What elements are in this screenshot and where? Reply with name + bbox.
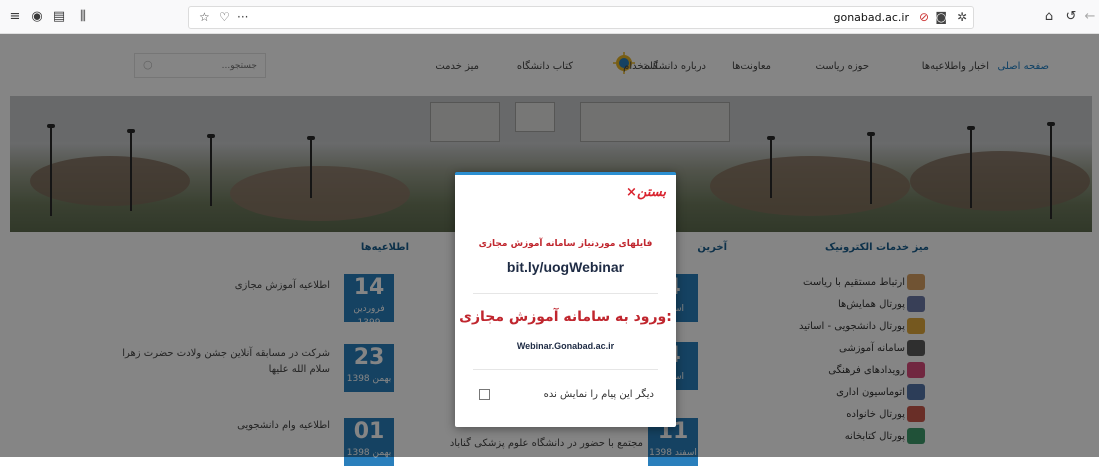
modal-login-url[interactable]: Webinar.Gonabad.ac.ir xyxy=(455,341,676,351)
sidebar-icon[interactable]: ▤ xyxy=(50,8,68,26)
more-icon[interactable]: ··· xyxy=(237,10,248,24)
announcement-modal: ×بستن فایلهای موردنیاز سامانه آموزش مجاز… xyxy=(455,172,676,427)
no-tracking-icon[interactable]: ⊘ xyxy=(919,10,929,24)
modal-files-text: فایلهای موردنیاز سامانه آموزش مجازی xyxy=(478,239,653,249)
modal-divider xyxy=(473,293,658,294)
modal-divider-2 xyxy=(473,369,658,370)
back-icon[interactable]: ← xyxy=(1081,8,1099,26)
close-button[interactable]: ×بستن xyxy=(626,185,666,200)
modal-webinar-link[interactable]: bit.ly/uogWebinar xyxy=(455,259,676,275)
shield-url-icon[interactable]: ◙ xyxy=(935,10,947,24)
home-icon[interactable]: ⌂ xyxy=(1040,8,1058,26)
dont-show-label[interactable]: دیگر این پیام را نمایش نده xyxy=(544,389,654,400)
library-icon[interactable]: ⫼ xyxy=(74,8,92,26)
url-bar[interactable]: ☆ ♡ ··· gonabad.ac.ir ⊘ ◙ ✲ xyxy=(188,6,974,29)
dont-show-checkbox[interactable] xyxy=(479,389,490,400)
modal-login-title: ورود به سامانه آموزش مجازی: xyxy=(459,309,672,325)
undo-icon[interactable]: ↺ xyxy=(1062,8,1080,26)
star-icon[interactable]: ☆ xyxy=(199,10,210,24)
browser-toolbar: ≡ ◉ ▤ ⫼ ☆ ♡ ··· gonabad.ac.ir ⊘ ◙ ✲ ⌂ ↺ … xyxy=(0,0,1099,34)
pocket-icon[interactable]: ♡ xyxy=(219,10,230,24)
hamburger-menu-icon[interactable]: ≡ xyxy=(6,8,24,26)
url-text[interactable]: gonabad.ac.ir xyxy=(834,11,910,24)
settings-icon[interactable]: ✲ xyxy=(957,10,967,24)
shield-icon[interactable]: ◉ xyxy=(28,8,46,26)
